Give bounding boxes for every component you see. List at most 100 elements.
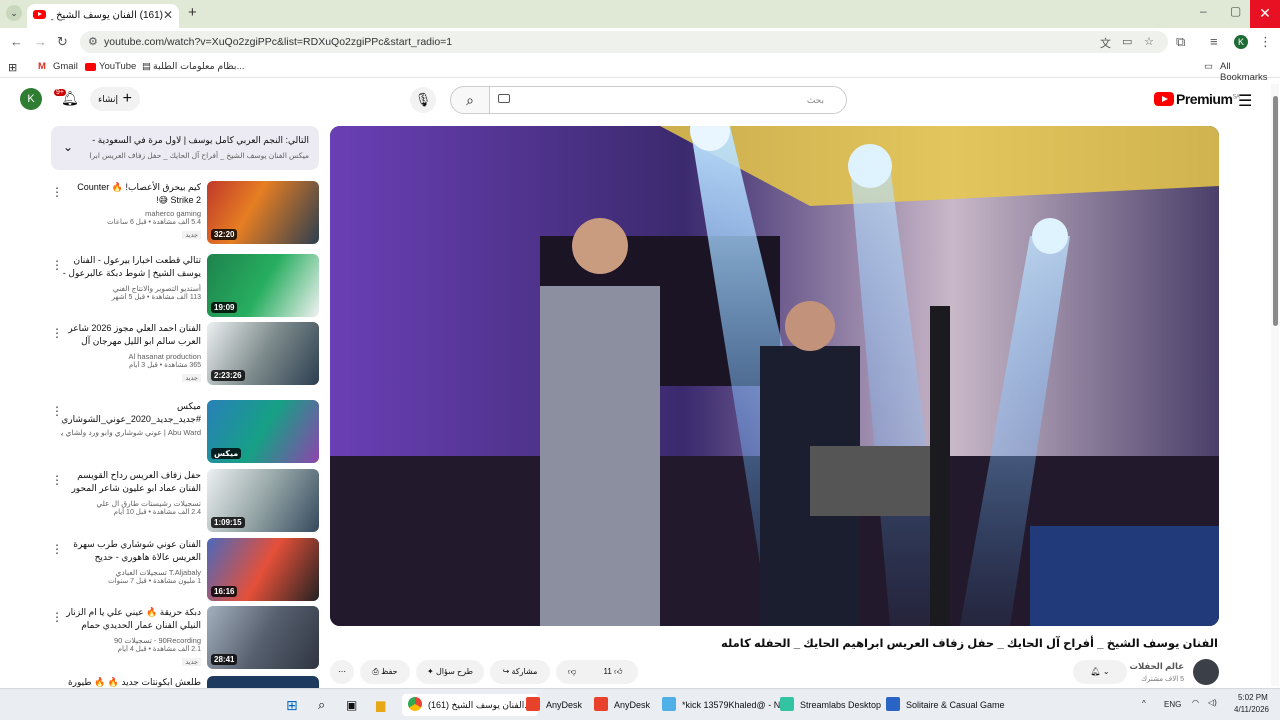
- rec-thumbnail[interactable]: 28:41: [207, 606, 319, 669]
- rec-thumbnail[interactable]: 1:09:15: [207, 469, 319, 532]
- recommendation-item[interactable]: ⋮ دبكة حريقة 🔥 عيني علي يا ام الزنار الن…: [51, 606, 319, 670]
- taskbar-solitaire[interactable]: Solitaire & Casual Game: [886, 694, 1005, 716]
- taskbar-streamlabs[interactable]: Streamlabs Desktop: [780, 694, 881, 716]
- voice-search-icon[interactable]: 🎙︎: [410, 87, 436, 113]
- back-icon[interactable]: ←: [10, 34, 23, 49]
- recommendation-item[interactable]: طلعش ابكونتات جديد 🔥 🔥 طيورة: [51, 676, 319, 688]
- taskbar-chrome[interactable]: (161) الفنان يوسف الشيخ...: [402, 694, 538, 716]
- start-icon[interactable]: ⊞: [286, 694, 298, 716]
- save-button[interactable]: ⎙ حفظ: [360, 660, 410, 684]
- recommendation-item[interactable]: ⋮ كيم بيحرق الأعصاب! 🔥 Counter Strike 2 …: [51, 181, 319, 245]
- keyboard-icon[interactable]: [498, 94, 510, 103]
- rec-title[interactable]: طلعش ابكونتات جديد 🔥 🔥 طيورة: [61, 676, 201, 688]
- account-avatar[interactable]: K: [20, 88, 42, 110]
- clock-date[interactable]: 4/11/2026: [1234, 705, 1269, 714]
- search-icon[interactable]: ⌕: [450, 86, 490, 114]
- rec-thumbnail[interactable]: 2:23:26: [207, 322, 319, 385]
- chevron-down-icon[interactable]: ⌄: [63, 140, 73, 154]
- taskbar-anydesk-2[interactable]: AnyDesk: [594, 694, 650, 716]
- recommendation-item[interactable]: ⋮ الفنان عوني شوشاري طرب سهرة العريس عال…: [51, 538, 319, 602]
- rec-channel[interactable]: T.Aljabaly تسجيلات العبادي: [61, 568, 201, 577]
- maximize-icon[interactable]: ▢: [1230, 4, 1241, 18]
- rec-title[interactable]: الفنان احمد العلي مجوز 2026 شاعر العرب س…: [61, 322, 201, 350]
- recommendation-item[interactable]: ⋮ تتالي قطعت اخبارا بيرعول - الفنان يوسف…: [51, 254, 319, 318]
- page-scrollbar[interactable]: [1271, 84, 1279, 686]
- search-input[interactable]: بحث: [489, 86, 847, 114]
- language-indicator[interactable]: ENG: [1164, 700, 1181, 709]
- file-explorer-icon[interactable]: ▆: [376, 694, 385, 716]
- guide-menu-icon[interactable]: ☰: [1238, 91, 1252, 111]
- cast-icon[interactable]: ▭: [1122, 35, 1132, 48]
- translate-icon[interactable]: 文: [1100, 35, 1111, 51]
- rec-thumbnail[interactable]: 16:16: [207, 538, 319, 601]
- rec-channel[interactable]: maherco gaming: [61, 209, 201, 218]
- rec-thumbnail[interactable]: 19:09: [207, 254, 319, 317]
- bookmark-youtube[interactable]: YouTube: [99, 61, 136, 72]
- channel-avatar[interactable]: [1193, 659, 1219, 685]
- rec-thumbnail[interactable]: ميكس: [207, 400, 319, 463]
- search-icon[interactable]: ⌕: [318, 694, 325, 716]
- tray-chevron-icon[interactable]: ^: [1142, 699, 1146, 708]
- task-view-icon[interactable]: ▣: [346, 694, 357, 716]
- rec-channel[interactable]: Abu Ward | عوني شوشاري وابو ورد ولشاي يو…: [61, 428, 201, 437]
- site-info-icon[interactable]: ⚙: [88, 35, 98, 48]
- subscribed-button[interactable]: 🔔︎ ⌄: [1073, 660, 1127, 684]
- minimize-icon[interactable]: –: [1200, 4, 1207, 18]
- like-button[interactable]: 11 👍︎: [588, 660, 638, 684]
- forward-icon[interactable]: →: [34, 34, 47, 49]
- more-options-icon[interactable]: ⋮: [51, 610, 63, 624]
- extensions-icon[interactable]: ⧉: [1176, 34, 1185, 50]
- more-options-icon[interactable]: ⋮: [51, 185, 63, 199]
- more-options-icon[interactable]: ⋮: [51, 473, 63, 487]
- browser-tab[interactable]: (161) الفنان يوسف الشيخ _ أفراح ✕: [27, 4, 179, 28]
- bookmark-student[interactable]: بظام معلومات الطلبة...: [153, 61, 245, 72]
- volume-icon[interactable]: ◁): [1208, 698, 1217, 707]
- rec-title[interactable]: الفنان عوني شوشاري طرب سهرة العريس عالاة…: [61, 538, 201, 566]
- youtube-premium-logo[interactable]: PremiumSA: [1154, 91, 1240, 107]
- more-options-icon[interactable]: ⋮: [51, 326, 63, 340]
- video-player[interactable]: [330, 126, 1219, 626]
- window-close-icon[interactable]: ✕: [1250, 0, 1280, 28]
- recommendation-item[interactable]: ⋮ ميكس #جديد_جديد_2020_عوني_الشوشاري_اب.…: [51, 400, 319, 464]
- more-actions-icon[interactable]: ⋯: [330, 660, 354, 684]
- rec-title[interactable]: دبكة حريقة 🔥 عيني علي يا ام الزنار النيل…: [61, 606, 201, 634]
- dislike-button[interactable]: 👎︎: [556, 660, 588, 684]
- taskbar-anydesk-1[interactable]: AnyDesk: [526, 694, 582, 716]
- rec-channel[interactable]: أستديو التصوير والانتاج الفني: [61, 284, 201, 293]
- new-tab-icon[interactable]: +: [188, 4, 197, 21]
- tab-title: (161) الفنان يوسف الشيخ _ أفراح: [51, 10, 163, 21]
- more-options-icon[interactable]: ⋮: [51, 258, 63, 272]
- apps-icon[interactable]: ⊞: [8, 61, 17, 74]
- media-icon[interactable]: ≡: [1210, 34, 1218, 49]
- ask-button[interactable]: ✦ طرح سؤال: [416, 660, 484, 684]
- mix-playlist-header[interactable]: التالي: النجم العربي كامل يوسف | لاول مر…: [51, 126, 319, 170]
- create-button[interactable]: إنشاء +: [90, 87, 140, 111]
- rec-thumbnail[interactable]: [207, 676, 319, 688]
- clock-time[interactable]: 5:02 PM: [1238, 693, 1268, 702]
- recommendation-item[interactable]: ⋮ حفل زفاف العريس رداح القويسم الفنان عم…: [51, 469, 319, 533]
- rec-title[interactable]: حفل زفاف العريس رداح القويسم الفنان عماد…: [61, 469, 201, 497]
- rec-channel[interactable]: Al hasanat production: [61, 352, 201, 361]
- rec-title[interactable]: كيم بيحرق الأعصاب! 🔥 Counter Strike 2 😅!: [61, 181, 201, 207]
- rec-channel[interactable]: 90Recording - تسجيلات 90: [61, 636, 201, 645]
- reload-icon[interactable]: ↻: [57, 34, 68, 50]
- bookmark-star-icon[interactable]: ☆: [1144, 35, 1154, 48]
- channel-name[interactable]: عالم الحفلات: [1129, 661, 1184, 672]
- profile-avatar[interactable]: K: [1234, 35, 1248, 49]
- more-options-icon[interactable]: ⋮: [51, 542, 63, 556]
- taskbar-notepad[interactable]: *kick 13579Khaled@ - N: [662, 694, 780, 716]
- browser-menu-icon[interactable]: ⋮: [1259, 34, 1272, 50]
- rec-title[interactable]: تتالي قطعت اخبارا بيرعول - الفنان يوسف ا…: [61, 254, 201, 282]
- rec-channel[interactable]: تسجيلات رشيستات طارق ال علي: [61, 499, 201, 508]
- share-button[interactable]: ↪ مشاركة: [490, 660, 550, 684]
- tab-search-icon[interactable]: ⌄: [6, 5, 22, 21]
- wifi-icon[interactable]: ◠: [1192, 698, 1199, 707]
- url-field[interactable]: ⚙ youtube.com/watch?v=XuQo2zgiPPc&list=R…: [80, 31, 1168, 53]
- rec-title[interactable]: ميكس #جديد_جديد_2020_عوني_الشوشاري_اب...: [61, 400, 201, 426]
- more-options-icon[interactable]: ⋮: [51, 404, 63, 418]
- bookmark-gmail[interactable]: Gmail: [53, 61, 78, 72]
- tab-close-icon[interactable]: ✕: [163, 8, 173, 22]
- scrollbar-thumb[interactable]: [1273, 96, 1278, 326]
- recommendation-item[interactable]: ⋮ الفنان احمد العلي مجوز 2026 شاعر العرب…: [51, 322, 319, 386]
- rec-thumbnail[interactable]: 32:20: [207, 181, 319, 244]
